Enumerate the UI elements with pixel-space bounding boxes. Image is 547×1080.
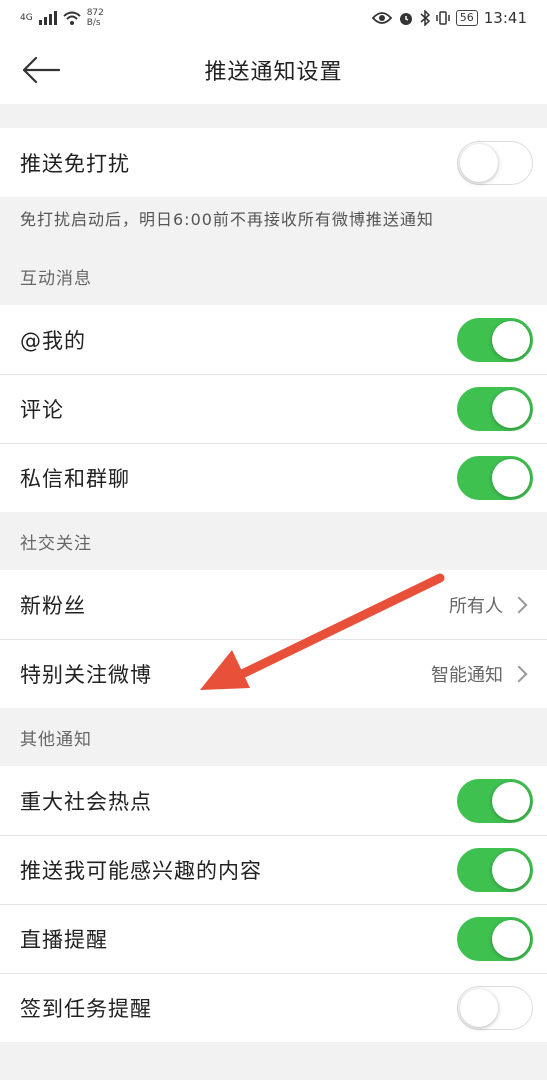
row-dnd: 推送免打扰 [0,128,547,197]
nav-bar: 推送通知设置 [0,36,547,104]
page-title: 推送通知设置 [204,60,343,85]
clock: 13:41 [483,9,527,27]
special-follow-value: 智能通知 [431,664,503,686]
battery-level: 56 [455,10,478,26]
mentions-toggle[interactable] [457,317,533,362]
wifi-icon [63,11,81,25]
row-label: @我的 [20,328,86,353]
row-label: 重大社会热点 [20,789,152,814]
messages-toggle[interactable] [457,455,533,500]
toggle-knob [492,458,530,497]
row-label: 推送免打扰 [20,151,130,176]
back-arrow-icon [22,56,61,84]
row-live-reminder: 直播提醒 [0,904,547,973]
row-value-wrap: 所有人 [449,592,533,618]
network-speed-unit: B/s [86,18,101,28]
spacer [0,104,547,128]
status-right: 56 13:41 [371,9,527,27]
signal-icon [38,11,57,25]
dnd-toggle[interactable] [457,140,533,185]
toggle-knob [460,988,498,1027]
section-header-other: 其他通知 [0,708,547,766]
toggle-knob [492,850,530,889]
eye-icon [371,12,392,24]
row-label: 签到任务提醒 [20,996,152,1021]
row-value-wrap: 智能通知 [431,661,533,687]
back-button[interactable] [20,52,62,88]
row-hot-events: 重大社会热点 [0,766,547,835]
interests-toggle[interactable] [457,847,533,892]
toggle-knob [492,919,530,958]
dnd-group: 推送免打扰 [0,128,547,197]
section-header-interaction: 互动消息 [0,247,547,305]
new-followers-value: 所有人 [449,595,503,617]
row-label: 特别关注微博 [20,662,152,687]
live-reminder-toggle[interactable] [457,916,533,961]
toggle-knob [492,320,530,359]
status-bar: 4G 872 B/s 56 13:41 [0,0,547,36]
chevron-right-icon [510,596,528,613]
toggle-knob [492,389,530,428]
toggle-knob [460,143,498,182]
other-group: 重大社会热点 推送我可能感兴趣的内容 直播提醒 签到任务提醒 [0,766,547,1042]
network-speed-value: 872 [86,8,104,18]
network-type: 4G [20,13,33,23]
checkin-reminder-toggle[interactable] [457,985,533,1030]
alarm-icon [399,13,412,25]
row-messages: 私信和群聊 [0,443,547,512]
interaction-group: @我的 评论 私信和群聊 [0,305,547,512]
network-speed: 872 B/s [87,8,104,28]
toggle-knob [492,781,530,820]
row-label: 推送我可能感兴趣的内容 [20,858,262,883]
dnd-note: 免打扰启动后，明日6:00前不再接收所有微博推送通知 [0,197,547,247]
status-left: 4G 872 B/s [20,8,104,28]
row-comments: 评论 [0,374,547,443]
row-special-follow[interactable]: 特别关注微博 智能通知 [0,639,547,708]
bluetooth-icon [420,10,430,26]
row-mentions: @我的 [0,305,547,374]
comments-toggle[interactable] [457,386,533,431]
vibrate-icon [436,11,450,25]
row-label: 新粉丝 [20,593,86,618]
row-checkin-reminder: 签到任务提醒 [0,973,547,1042]
row-new-followers[interactable]: 新粉丝 所有人 [0,570,547,639]
row-label: 私信和群聊 [20,466,130,491]
social-group: 新粉丝 所有人 特别关注微博 智能通知 [0,570,547,708]
chevron-right-icon [510,665,528,682]
hot-events-toggle[interactable] [457,778,533,823]
row-interests: 推送我可能感兴趣的内容 [0,835,547,904]
section-header-social: 社交关注 [0,512,547,570]
row-label: 直播提醒 [20,927,108,952]
row-label: 评论 [20,397,64,422]
